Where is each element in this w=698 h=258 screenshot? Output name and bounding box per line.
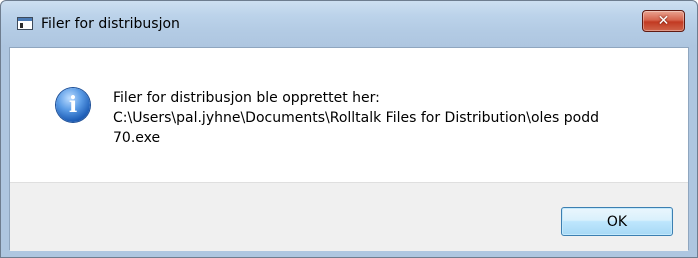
- message-area: i Filer for distribusjon ble opprettet h…: [10, 48, 688, 182]
- close-icon: ✕: [657, 13, 670, 29]
- dialog-client-area: i Filer for distribusjon ble opprettet h…: [9, 47, 689, 251]
- message-line-3: 70.exe: [113, 130, 161, 146]
- dialog-window: Filer for distribusjon ✕ i Filer for dis…: [0, 0, 698, 258]
- button-bar: OK: [10, 182, 688, 251]
- message-line-1: Filer for distribusjon ble opprettet her…: [113, 90, 380, 106]
- message-text: Filer for distribusjon ble opprettet her…: [113, 88, 668, 148]
- window-title: Filer for distribusjon: [41, 16, 180, 32]
- info-icon-glyph: i: [68, 92, 78, 118]
- message-line-2: C:\Users\pal.jyhne\Documents\Rolltalk Fi…: [113, 110, 599, 126]
- title-bar[interactable]: Filer for distribusjon ✕: [1, 1, 697, 47]
- application-window-icon: [17, 17, 33, 30]
- close-button[interactable]: ✕: [642, 10, 685, 32]
- ok-button[interactable]: OK: [561, 207, 673, 236]
- info-icon: i: [56, 88, 90, 122]
